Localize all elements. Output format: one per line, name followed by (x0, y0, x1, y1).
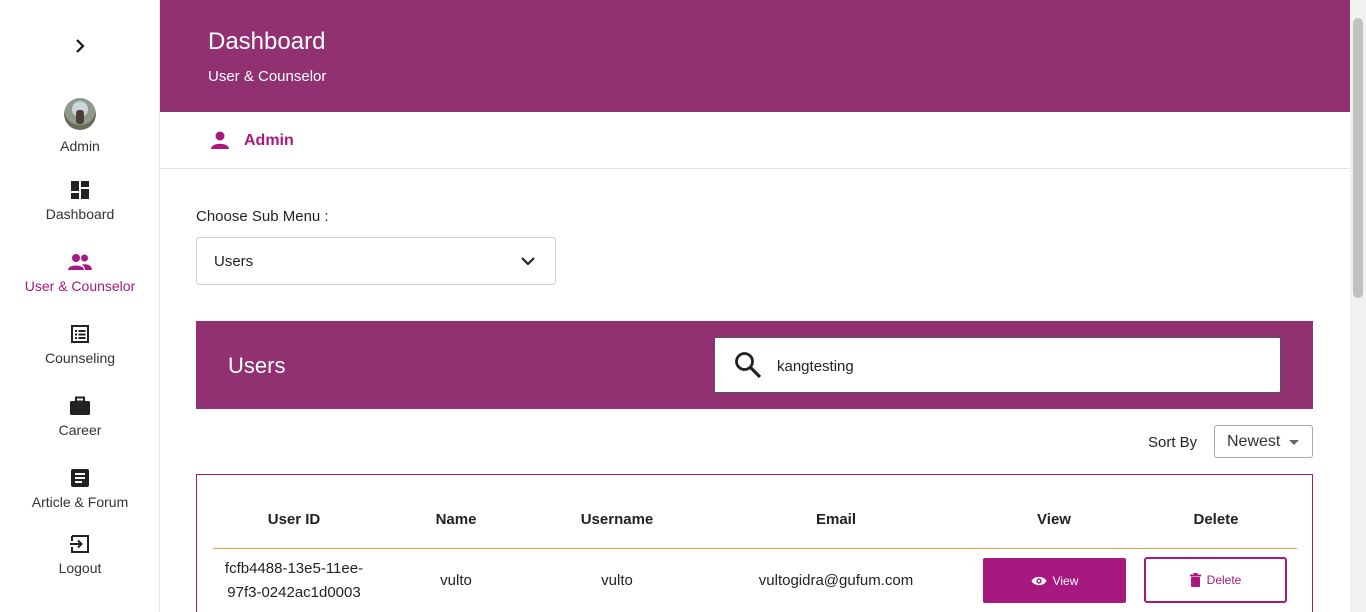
header-view: View (1037, 511, 1071, 528)
sidebar-item-label: Logout (58, 560, 102, 576)
submenu-label: Choose Sub Menu : (196, 208, 329, 225)
cell-user-id: fcfb4488-13e5-11ee- 97f3-0242ac1d0003 (225, 557, 363, 605)
page-header: Dashboard User & Counselor (160, 0, 1350, 112)
page-subtitle: User & Counselor (208, 68, 327, 85)
cell-username: vulto (601, 572, 633, 589)
user-id-line: 97f3-0242ac1d0003 (227, 584, 361, 601)
logout-icon (70, 535, 89, 553)
header-username: Username (580, 511, 654, 528)
search-box[interactable] (714, 337, 1281, 393)
sidebar-item-admin[interactable]: Admin (0, 98, 160, 154)
chevron-right-icon[interactable] (70, 34, 90, 58)
header-email: Email (815, 511, 857, 528)
sidebar-item-label: Article & Forum (31, 494, 129, 510)
search-input[interactable] (777, 354, 1257, 378)
person-icon (211, 131, 229, 149)
user-id-line: fcfb4488-13e5-11ee- (224, 560, 364, 577)
users-banner: Users (196, 321, 1313, 409)
article-icon (71, 469, 89, 487)
people-icon (68, 254, 92, 270)
page-scrollbar[interactable] (1350, 0, 1366, 612)
page-title: Dashboard (208, 28, 326, 55)
admin-bar: Admin (160, 112, 1350, 169)
sort-select[interactable]: Newest (1214, 425, 1313, 458)
cell-email: vultogidra@gufum.com (758, 572, 914, 589)
sidebar-item-label: Career (58, 422, 102, 438)
avatar (64, 98, 96, 130)
sidebar-item-dashboard[interactable]: Dashboard (0, 180, 160, 222)
dashboard-icon (71, 181, 89, 199)
view-button[interactable]: View (983, 558, 1126, 603)
scrollbar-thumb[interactable] (1353, 18, 1363, 298)
sort-label: Sort By (1148, 434, 1198, 451)
sidebar-item-logout[interactable]: Logout (0, 534, 160, 576)
sidebar-item-label: User & Counselor (24, 278, 136, 294)
dropdown-arrow-icon (1289, 440, 1299, 445)
briefcase-icon (70, 396, 90, 415)
chevron-down-icon (521, 257, 535, 266)
sidebar-item-article-forum[interactable]: Article & Forum (0, 468, 160, 510)
trash-icon (1189, 573, 1201, 587)
search-icon (735, 352, 762, 379)
sidebar-item-label: Dashboard (45, 206, 115, 222)
header-name: Name (435, 511, 477, 528)
sidebar-item-counseling[interactable]: Counseling (0, 324, 160, 366)
header-delete: Delete (1193, 511, 1239, 528)
cell-name: vulto (440, 572, 472, 589)
sidebar-item-career[interactable]: Career (0, 396, 160, 438)
sidebar-item-label: Counseling (44, 350, 116, 366)
admin-label: Admin (244, 132, 294, 149)
users-title: Users (228, 353, 286, 378)
sidebar-item-user-counselor[interactable]: User & Counselor (0, 252, 160, 294)
users-table: User ID Name Username Email View Delete … (196, 474, 1313, 612)
sidebar-item-label: Admin (60, 138, 100, 154)
submenu-selected-value: Users (214, 253, 254, 270)
sidebar: Admin Dashboard User & Counselor Counsel… (0, 0, 160, 612)
delete-button[interactable]: Delete (1144, 557, 1287, 603)
delete-button-label: Delete (1206, 573, 1242, 587)
table-header: User ID Name Username Email View Delete (213, 511, 1297, 549)
eye-icon (1031, 576, 1047, 585)
sort-selected-value: Newest (1227, 433, 1281, 450)
list-icon (71, 325, 89, 343)
view-button-label: View (1052, 573, 1079, 588)
submenu-select[interactable]: Users (196, 237, 556, 285)
header-user-id: User ID (267, 511, 321, 528)
